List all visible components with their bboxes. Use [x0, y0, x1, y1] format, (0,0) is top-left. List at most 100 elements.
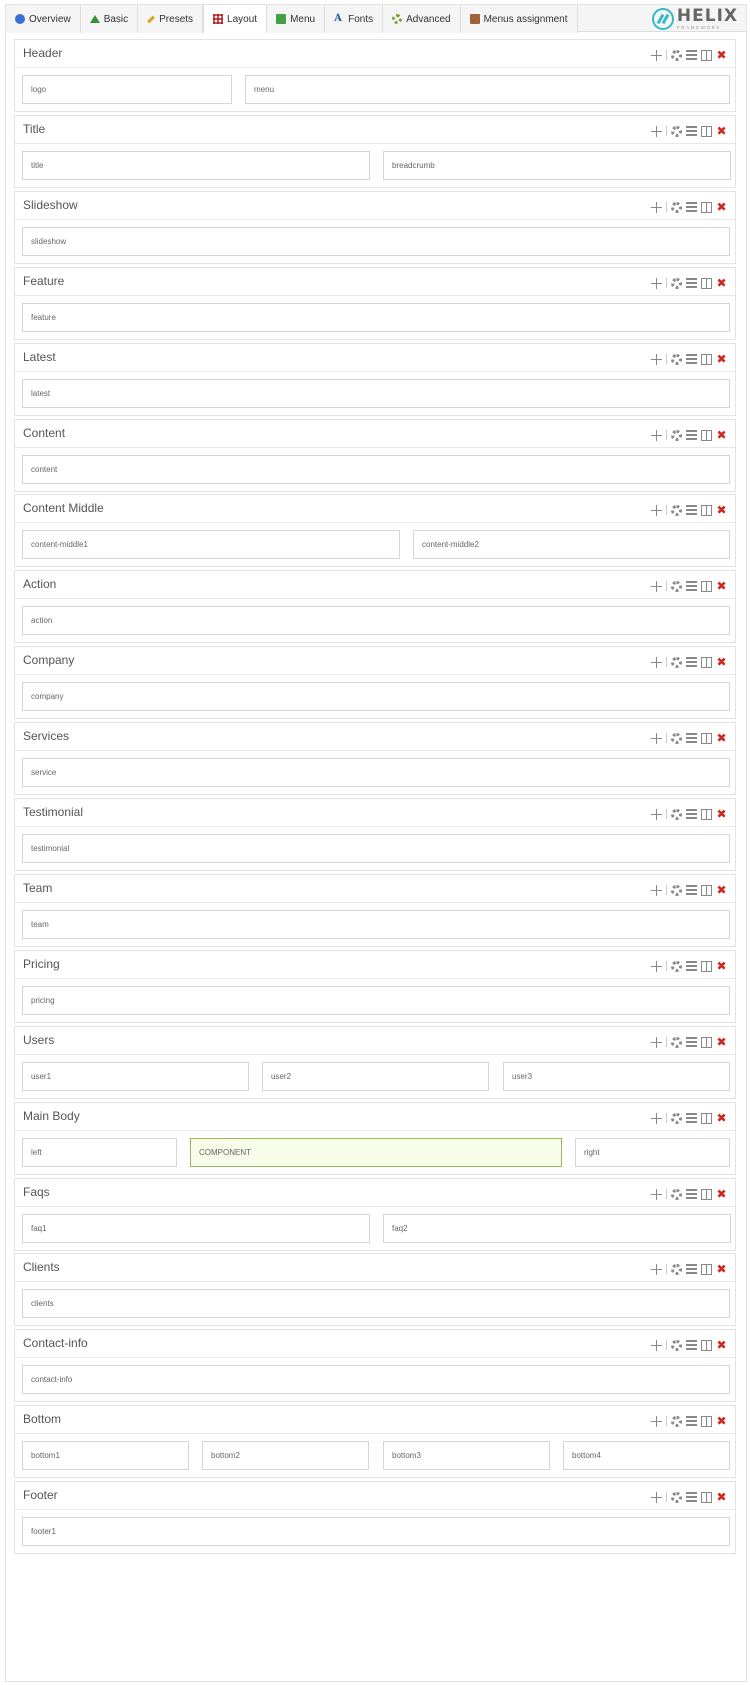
- gear-icon[interactable]: [671, 1112, 682, 1124]
- module-logo[interactable]: logo: [22, 75, 232, 104]
- gear-icon[interactable]: [671, 656, 682, 668]
- module-slideshow[interactable]: slideshow: [22, 227, 730, 256]
- rows-icon[interactable]: [686, 1189, 697, 1199]
- gear-icon[interactable]: [671, 504, 682, 516]
- gear-icon[interactable]: [671, 732, 682, 744]
- close-icon[interactable]: ✖: [716, 884, 727, 896]
- close-icon[interactable]: ✖: [716, 1263, 727, 1275]
- close-icon[interactable]: ✖: [716, 1188, 727, 1200]
- columns-icon[interactable]: [701, 1415, 712, 1427]
- columns-icon[interactable]: [701, 504, 712, 516]
- columns-icon[interactable]: [701, 429, 712, 441]
- close-icon[interactable]: ✖: [716, 960, 727, 972]
- close-icon[interactable]: ✖: [716, 49, 727, 61]
- close-icon[interactable]: ✖: [716, 125, 727, 137]
- move-icon[interactable]: [651, 580, 662, 592]
- gear-icon[interactable]: [671, 125, 682, 137]
- move-icon[interactable]: [651, 1491, 662, 1503]
- tab-basic[interactable]: Basic: [80, 5, 139, 33]
- rows-icon[interactable]: [686, 1492, 697, 1502]
- columns-icon[interactable]: [701, 1491, 712, 1503]
- module-latest[interactable]: latest: [22, 379, 730, 408]
- columns-icon[interactable]: [701, 1112, 712, 1124]
- columns-icon[interactable]: [701, 353, 712, 365]
- rows-icon[interactable]: [686, 1264, 697, 1274]
- rows-icon[interactable]: [686, 581, 697, 591]
- columns-icon[interactable]: [701, 808, 712, 820]
- gear-icon[interactable]: [671, 49, 682, 61]
- tab-fonts[interactable]: A Fonts: [325, 5, 384, 33]
- close-icon[interactable]: ✖: [716, 504, 727, 516]
- rows-icon[interactable]: [686, 202, 697, 212]
- module-clients[interactable]: clients: [22, 1289, 730, 1318]
- close-icon[interactable]: ✖: [716, 808, 727, 820]
- rows-icon[interactable]: [686, 961, 697, 971]
- module-bottom4[interactable]: bottom4: [563, 1441, 730, 1470]
- close-icon[interactable]: ✖: [716, 1036, 727, 1048]
- module-component[interactable]: COMPONENT: [190, 1138, 562, 1167]
- close-icon[interactable]: ✖: [716, 1491, 727, 1503]
- rows-icon[interactable]: [686, 1113, 697, 1123]
- module-pricing[interactable]: pricing: [22, 986, 730, 1015]
- module-content[interactable]: content: [22, 455, 730, 484]
- columns-icon[interactable]: [701, 1263, 712, 1275]
- gear-icon[interactable]: [671, 960, 682, 972]
- tab-layout[interactable]: Layout: [203, 4, 268, 33]
- gear-icon[interactable]: [671, 1339, 682, 1351]
- rows-icon[interactable]: [686, 430, 697, 440]
- rows-icon[interactable]: [686, 1340, 697, 1350]
- gear-icon[interactable]: [671, 580, 682, 592]
- move-icon[interactable]: [651, 1036, 662, 1048]
- columns-icon[interactable]: [701, 1339, 712, 1351]
- move-icon[interactable]: [651, 808, 662, 820]
- columns-icon[interactable]: [701, 656, 712, 668]
- gear-icon[interactable]: [671, 429, 682, 441]
- gear-icon[interactable]: [671, 1036, 682, 1048]
- gear-icon[interactable]: [671, 201, 682, 213]
- rows-icon[interactable]: [686, 126, 697, 136]
- close-icon[interactable]: ✖: [716, 656, 727, 668]
- rows-icon[interactable]: [686, 50, 697, 60]
- tab-advanced[interactable]: Advanced: [383, 5, 461, 33]
- module-feature[interactable]: feature: [22, 303, 730, 332]
- gear-icon[interactable]: [671, 353, 682, 365]
- gear-icon[interactable]: [671, 808, 682, 820]
- move-icon[interactable]: [651, 1339, 662, 1351]
- module-testimonial[interactable]: testimonial: [22, 834, 730, 863]
- move-icon[interactable]: [651, 1263, 662, 1275]
- columns-icon[interactable]: [701, 125, 712, 137]
- gear-icon[interactable]: [671, 1263, 682, 1275]
- columns-icon[interactable]: [701, 960, 712, 972]
- module-user3[interactable]: user3: [503, 1062, 730, 1091]
- move-icon[interactable]: [651, 429, 662, 441]
- gear-icon[interactable]: [671, 1188, 682, 1200]
- module-right[interactable]: right: [575, 1138, 730, 1167]
- move-icon[interactable]: [651, 1188, 662, 1200]
- columns-icon[interactable]: [701, 1036, 712, 1048]
- gear-icon[interactable]: [671, 884, 682, 896]
- columns-icon[interactable]: [701, 277, 712, 289]
- move-icon[interactable]: [651, 884, 662, 896]
- module-service[interactable]: service: [22, 758, 730, 787]
- columns-icon[interactable]: [701, 49, 712, 61]
- columns-icon[interactable]: [701, 1188, 712, 1200]
- module-title[interactable]: title: [22, 151, 370, 180]
- close-icon[interactable]: ✖: [716, 1415, 727, 1427]
- module-user2[interactable]: user2: [262, 1062, 489, 1091]
- rows-icon[interactable]: [686, 1416, 697, 1426]
- close-icon[interactable]: ✖: [716, 1339, 727, 1351]
- rows-icon[interactable]: [686, 733, 697, 743]
- move-icon[interactable]: [651, 732, 662, 744]
- module-breadcrumb[interactable]: breadcrumb: [383, 151, 731, 180]
- rows-icon[interactable]: [686, 657, 697, 667]
- rows-icon[interactable]: [686, 354, 697, 364]
- rows-icon[interactable]: [686, 1037, 697, 1047]
- move-icon[interactable]: [651, 49, 662, 61]
- module-content-middle2[interactable]: content-middle2: [413, 530, 730, 559]
- module-faq1[interactable]: faq1: [22, 1214, 370, 1243]
- close-icon[interactable]: ✖: [716, 353, 727, 365]
- tab-presets[interactable]: Presets: [138, 5, 204, 33]
- module-bottom2[interactable]: bottom2: [202, 1441, 369, 1470]
- module-menu[interactable]: menu: [245, 75, 730, 104]
- module-footer1[interactable]: footer1: [22, 1517, 730, 1546]
